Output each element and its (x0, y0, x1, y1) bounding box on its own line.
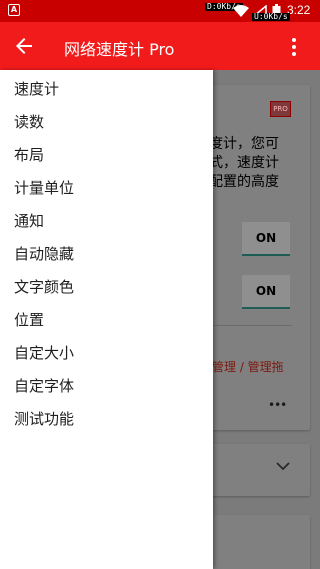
drawer-item-label: 速度计 (14, 80, 60, 98)
wifi-icon (233, 5, 249, 17)
drawer-item-label: 测试功能 (14, 410, 75, 428)
toggle-button[interactable]: ON (242, 222, 290, 256)
upload-speed: U:0Kb/s (252, 12, 290, 21)
drawer-item-layout[interactable]: 布局 (0, 137, 213, 170)
drawer-item-auto-hide[interactable]: 自动隐藏 (0, 236, 213, 269)
drawer-item-notification[interactable]: 通知 (0, 203, 213, 236)
page-title: 网络速度计 Pro (64, 40, 175, 59)
drawer-item-label: 文字颜色 (14, 278, 75, 296)
description-line: 配置的高度 (209, 174, 279, 190)
app-notification-icon: A (8, 4, 20, 16)
drawer-item-label: 自定字体 (14, 377, 75, 395)
drawer-item-custom-font[interactable]: 自定字体 (0, 368, 213, 401)
drawer-item-units[interactable]: 计量单位 (0, 170, 213, 203)
drawer-item-label: 自定大小 (14, 344, 75, 362)
drawer-item-label: 读数 (14, 113, 45, 131)
drawer-item-test-feature[interactable]: 测试功能 (0, 401, 213, 434)
description-line: 式，速度计 (209, 155, 279, 171)
drawer-item-readings[interactable]: 读数 (0, 104, 213, 137)
toggle-button[interactable]: ON (242, 275, 290, 309)
chevron-down-icon[interactable] (276, 461, 290, 471)
navigation-drawer: 速度计 读数 布局 计量单位 通知 自动隐藏 文字颜色 位置 自定大小 自定字体… (0, 70, 213, 569)
drawer-item-label: 位置 (14, 311, 45, 329)
drawer-item-speedometer[interactable]: 速度计 (0, 71, 213, 104)
overflow-dots-icon[interactable]: ••• (268, 398, 287, 412)
drawer-item-label: 计量单位 (14, 179, 75, 197)
drawer-item-label: 布局 (14, 146, 45, 164)
settings-card (198, 515, 310, 569)
manage-link[interactable]: 管理 / 管理拖 (212, 358, 284, 375)
divider (212, 325, 292, 326)
app-bar: 网络速度计 Pro (0, 22, 320, 70)
pro-badge: PRO (270, 101, 291, 117)
drawer-item-position[interactable]: 位置 (0, 302, 213, 335)
collapsed-card[interactable] (198, 444, 310, 496)
drawer-item-text-color[interactable]: 文字颜色 (0, 269, 213, 302)
drawer-item-label: 通知 (14, 212, 45, 230)
drawer-item-label: 自动隐藏 (14, 245, 75, 263)
arrow-back-icon[interactable] (12, 34, 36, 58)
more-vert-icon[interactable] (286, 35, 302, 59)
clock: 3:22 (287, 3, 311, 17)
drawer-item-custom-size[interactable]: 自定大小 (0, 335, 213, 368)
description-line: 度计，您可 (209, 136, 279, 152)
card-description: 度计，您可 式，速度计 配置的高度 (209, 135, 309, 192)
